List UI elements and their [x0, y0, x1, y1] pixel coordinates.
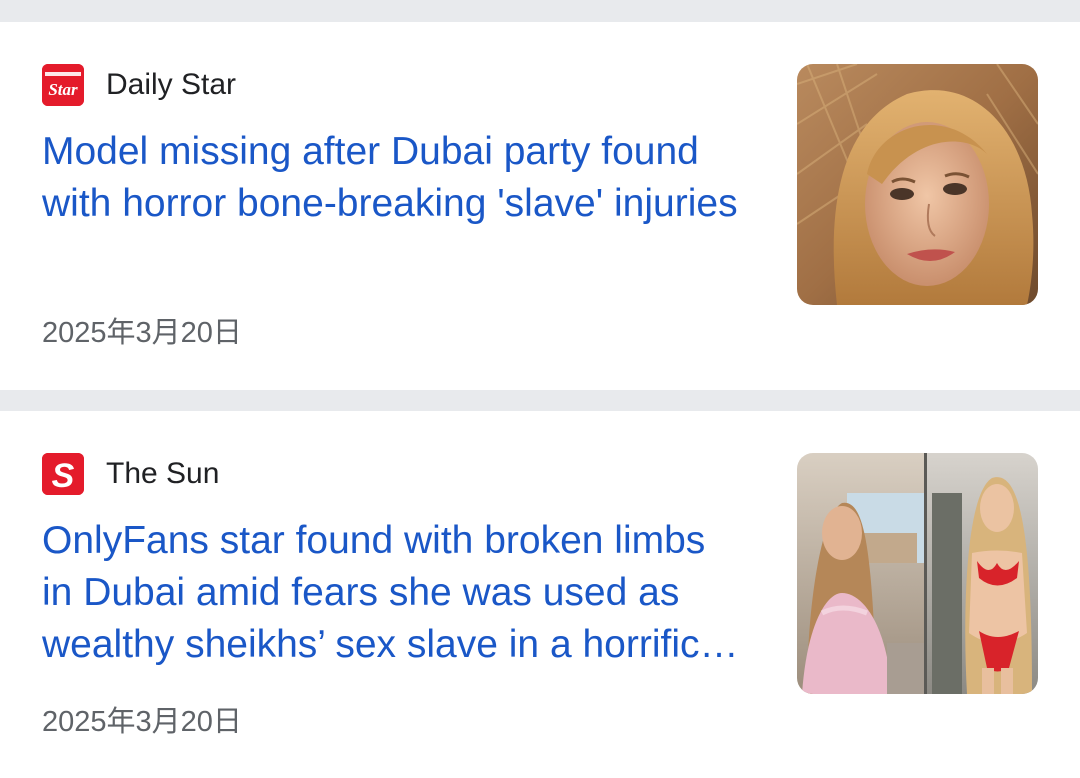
the-sun-logo-icon: S [42, 453, 84, 495]
news-feed: Star Daily Star Model missing after Duba… [0, 0, 1080, 778]
source-row: S The Sun [42, 453, 219, 495]
card-separator [0, 390, 1080, 411]
logo-text: S [52, 457, 75, 495]
headline-link[interactable]: OnlyFans star found with broken limbs in… [42, 515, 742, 671]
headline-link[interactable]: Model missing after Dubai party found wi… [42, 126, 742, 230]
two-photos-collage-image[interactable] [797, 453, 1038, 694]
card-separator [0, 0, 1080, 22]
news-card[interactable]: Star Daily Star Model missing after Duba… [0, 22, 1080, 390]
news-card[interactable]: S The Sun OnlyFans star found with broke… [0, 411, 1080, 778]
source-row: Star Daily Star [42, 64, 236, 106]
source-name[interactable]: Daily Star [106, 68, 236, 102]
logo-text: Star [48, 80, 78, 99]
source-name[interactable]: The Sun [106, 457, 219, 491]
publish-date: 2025年3月20日 [42, 706, 242, 738]
publish-date: 2025年3月20日 [42, 317, 242, 349]
woman-portrait-image[interactable] [797, 64, 1038, 305]
daily-star-logo-icon: Star [42, 64, 84, 106]
